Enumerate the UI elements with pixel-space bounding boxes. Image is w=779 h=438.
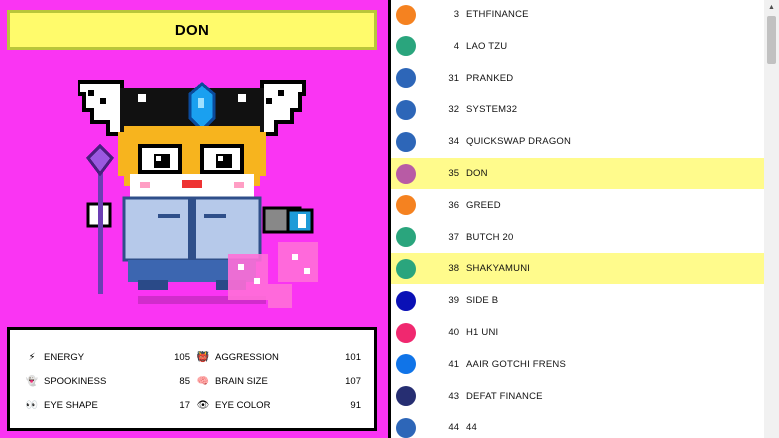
pet-name: DON [174, 21, 210, 39]
list-item-name: SYSTEM32 [466, 104, 518, 116]
list-item-number: 36 [448, 199, 459, 211]
lightning-icon: ⚡ [28, 351, 36, 363]
list-item[interactable]: 36 GREED [391, 190, 764, 221]
list-item-name: LAO TZU [466, 40, 508, 52]
color-dot-icon [396, 258, 416, 279]
stat-brain-size: 🧠 BRAIN SIZE 107 [196, 371, 361, 391]
list-item-name: H1 UNI [466, 327, 499, 338]
pet-avatar-image [78, 80, 318, 308]
stat-value: 107 [345, 375, 361, 387]
stat-label: EYE SHAPE [44, 399, 98, 411]
list-item-number: 44 [448, 422, 459, 434]
list-item[interactable]: 4 LAO TZU [391, 31, 764, 62]
list-item-name: GREED [466, 199, 501, 211]
color-dot-icon [396, 4, 416, 25]
list-item-name: BUTCH 20 [466, 231, 514, 243]
list-item[interactable]: 41 AAIR GOTCHI FRENS [391, 349, 764, 380]
list-item-number: 35 [448, 168, 459, 179]
color-dot-icon [396, 195, 416, 216]
list-item[interactable]: 31 PRANKED [391, 63, 764, 94]
stat-spookiness: 👻 SPOOKINESS 85 [25, 371, 190, 391]
color-dot-icon [396, 163, 416, 184]
list-item[interactable]: 32 SYSTEM32 [391, 94, 764, 125]
stat-eye-shape: 👀 EYE SHAPE 17 [25, 395, 190, 415]
devil-icon: 👹 [196, 351, 210, 363]
app-window: DON ⚡ ENERGY 105 👻 SPOOKINESS 85 👀 EYE S… [0, 0, 779, 438]
list-item-name: DEFAT FINANCE [466, 390, 543, 402]
list-item-number: 34 [448, 136, 459, 148]
list-item[interactable]: 44 44 [391, 412, 764, 438]
stat-value: 85 [179, 375, 190, 387]
pet-detail-panel: DON ⚡ ENERGY 105 👻 SPOOKINESS 85 👀 EYE S… [0, 0, 388, 438]
list-item-number: 31 [448, 72, 459, 84]
list-item-number: 38 [448, 263, 459, 275]
stats-panel: ⚡ ENERGY 105 👻 SPOOKINESS 85 👀 EYE SHAPE… [7, 327, 377, 431]
eyes-icon: 👀 [25, 399, 39, 411]
color-dot-icon [396, 36, 416, 57]
list-item-number: 3 [453, 9, 459, 20]
list-item-name: SIDE B [466, 295, 499, 307]
stat-value: 17 [179, 399, 190, 411]
brain-icon: 🧠 [196, 375, 210, 387]
stat-energy: ⚡ ENERGY 105 [25, 347, 190, 367]
ghost-icon: 👻 [25, 375, 39, 387]
list-item-name: QUICKSWAP DRAGON [466, 136, 572, 148]
stat-label: SPOOKINESS [44, 375, 107, 387]
list-item[interactable]: 40 H1 UNI [391, 317, 764, 348]
eye-icon: 👁 [196, 399, 210, 411]
vertical-scrollbar[interactable]: ▲ [764, 0, 779, 438]
color-dot-icon [396, 131, 416, 152]
scrollbar-thumb[interactable] [767, 16, 776, 64]
list-item[interactable]: 3 ETHFINANCE [391, 0, 764, 30]
stat-label: BRAIN SIZE [215, 375, 268, 387]
color-dot-icon [396, 386, 416, 407]
list-item[interactable]: 39 SIDE B [391, 285, 764, 316]
list-item-number: 4 [453, 40, 459, 52]
list-item[interactable]: 34 QUICKSWAP DRAGON [391, 126, 764, 157]
color-dot-icon [396, 227, 416, 248]
list-item-name: SHAKYAMUNI [466, 263, 531, 275]
stat-label: ENERGY [44, 351, 85, 363]
stat-value: 105 [174, 351, 190, 363]
stat-label: EYE COLOR [215, 399, 271, 411]
list-item-name: 44 [466, 422, 477, 434]
list-item[interactable]: 43 DEFAT FINANCE [391, 381, 764, 412]
stat-eye-color: 👁 EYE COLOR 91 [196, 395, 361, 415]
color-dot-icon [396, 99, 416, 120]
list-item-name: ETHFINANCE [466, 9, 529, 20]
stat-aggression: 👹 AGGRESSION 101 [196, 347, 361, 367]
list-item-name: PRANKED [466, 72, 514, 84]
scroll-up-arrow-icon[interactable]: ▲ [764, 0, 779, 14]
pet-name-banner: DON [7, 10, 377, 50]
list-item-number: 41 [448, 358, 459, 370]
stat-value: 101 [345, 351, 361, 363]
gotchi-list[interactable]: 3 ETHFINANCE 4 LAO TZU 31 PRANKED 32 SYSTEM32 34… [391, 0, 764, 438]
list-item[interactable]: 35 DON [391, 158, 764, 189]
stat-value: 91 [350, 399, 361, 411]
list-item-number: 39 [448, 295, 459, 307]
list-item[interactable]: 37 BUTCH 20 [391, 222, 764, 253]
color-dot-icon [396, 322, 416, 343]
list-item-number: 43 [448, 390, 459, 402]
color-dot-icon [396, 354, 416, 375]
stat-label: AGGRESSION [215, 351, 279, 363]
color-dot-icon [396, 417, 416, 438]
list-item-name: DON [466, 168, 488, 179]
list-item-number: 32 [448, 104, 459, 116]
list-item[interactable]: 38 SHAKYAMUNI [391, 253, 764, 285]
list-item-name: AAIR GOTCHI FRENS [466, 358, 566, 370]
list-item-number: 40 [448, 327, 459, 338]
color-dot-icon [396, 68, 416, 89]
list-item-number: 37 [448, 231, 459, 243]
color-dot-icon [396, 290, 416, 311]
